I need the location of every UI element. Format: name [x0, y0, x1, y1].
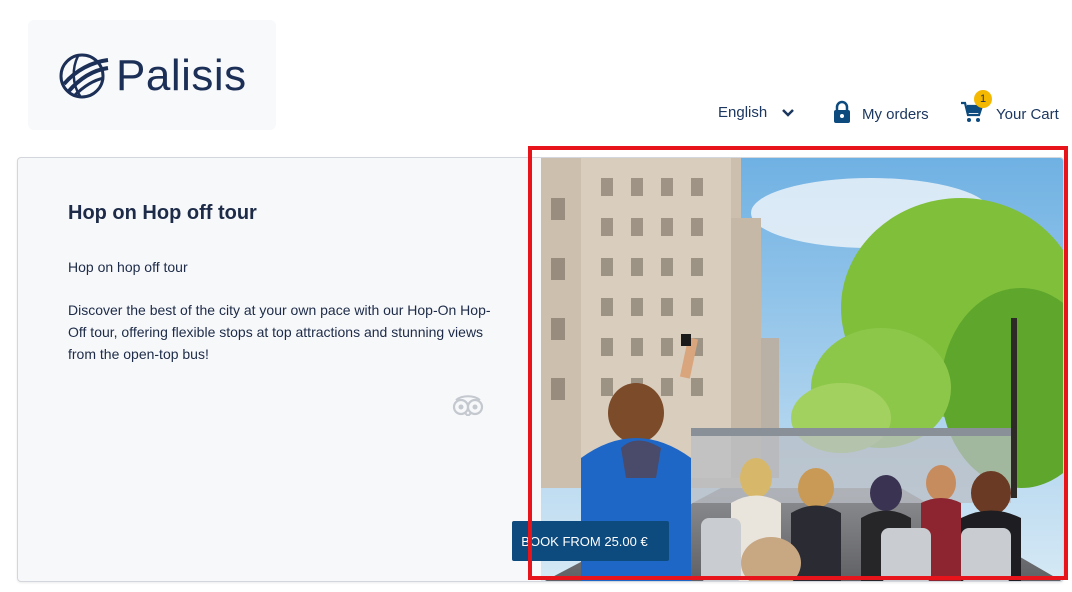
top-navigation: English My orders 1 Your Cart — [0, 90, 1072, 128]
lock-icon — [834, 100, 850, 123]
language-label: English — [718, 104, 768, 121]
book-button-label: BOOK FROM 25.00 € — [521, 533, 648, 549]
tripadvisor-icon[interactable] — [450, 394, 486, 416]
chevron-down-icon — [782, 108, 795, 117]
language-selector[interactable]: English — [718, 104, 795, 121]
product-card: Hop on Hop off tour Hop on hop off tour … — [17, 157, 1064, 582]
book-button[interactable]: BOOK FROM 25.00 € — [512, 521, 669, 561]
my-orders-label: My orders — [862, 105, 929, 123]
product-image — [541, 158, 1063, 581]
my-orders-link[interactable]: My orders — [832, 100, 929, 124]
product-subtitle: Hop on hop off tour — [68, 259, 188, 275]
product-description: Discover the best of the city at your ow… — [68, 302, 491, 362]
cart-count-badge: 1 — [974, 90, 992, 108]
your-cart-label: Your Cart — [996, 105, 1059, 123]
globe-swoosh-icon — [59, 53, 109, 99]
your-cart-link[interactable]: 1 Your Cart — [960, 90, 1059, 124]
product-title: Hop on Hop off tour — [68, 202, 257, 224]
brand-name: Palisis — [116, 51, 247, 100]
